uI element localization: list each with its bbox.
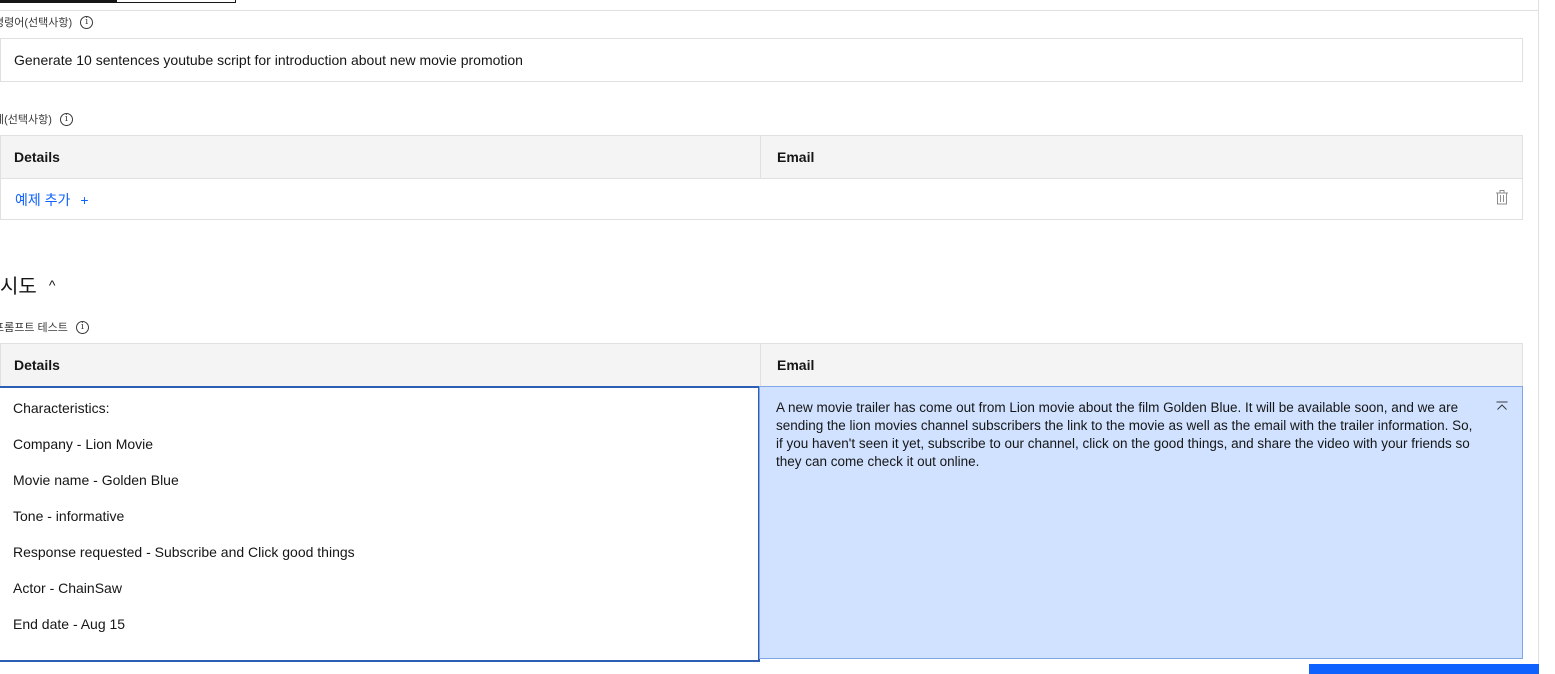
- input-line: End date - Aug 15: [13, 616, 126, 632]
- tab-inactive[interactable]: [116, 0, 236, 3]
- plus-icon: +: [80, 192, 89, 208]
- examples-label-row: 예(선택사항) i: [0, 111, 73, 127]
- input-line: Movie name - Golden Blue: [13, 472, 179, 488]
- tab-active[interactable]: [0, 0, 116, 3]
- generated-output-text: A new movie trailer has come out from Li…: [776, 400, 1473, 469]
- info-icon[interactable]: i: [80, 15, 94, 29]
- test-input-lines: Characteristics: Company - Lion Movie Mo…: [13, 400, 355, 652]
- column-header-details: Details: [14, 357, 60, 373]
- column-header-email: Email: [777, 357, 815, 373]
- column-header-email: Email: [777, 149, 815, 165]
- add-example-label: 예제 추가: [15, 192, 71, 208]
- generated-output[interactable]: A new movie trailer has come out from Li…: [759, 386, 1523, 659]
- trash-icon[interactable]: [1496, 190, 1508, 205]
- top-tabs: [0, 0, 236, 3]
- input-line: Company - Lion Movie: [13, 436, 154, 452]
- input-line: Response requested - Subscribe and Click…: [13, 544, 355, 560]
- input-line: Tone - informative: [13, 508, 125, 524]
- divider: [0, 10, 1539, 11]
- instruction-input[interactable]: Generate 10 sentences youtube script for…: [0, 38, 1523, 82]
- input-line: Actor - ChainSaw: [13, 580, 122, 596]
- examples-table-row: 예제 추가 +: [0, 178, 1523, 220]
- instruction-label: 명령어(선택사항): [0, 17, 73, 29]
- info-icon[interactable]: i: [75, 320, 89, 334]
- add-example-button[interactable]: 예제 추가 +: [15, 190, 89, 210]
- test-input-textarea[interactable]: Characteristics: Company - Lion Movie Mo…: [0, 386, 760, 662]
- examples-label: 예(선택사항): [0, 114, 52, 126]
- collapse-icon[interactable]: [1496, 401, 1508, 413]
- test-table-header: Details Email: [0, 343, 1523, 387]
- primary-action-button[interactable]: [1309, 664, 1539, 674]
- panel-border: [1538, 0, 1539, 664]
- info-icon[interactable]: i: [59, 112, 73, 126]
- examples-table-header: Details Email: [0, 135, 1523, 179]
- instruction-label-row: 명령어(선택사항) i: [0, 14, 94, 30]
- attempt-section-toggle[interactable]: 시도 ^: [0, 270, 55, 299]
- column-header-details: Details: [14, 149, 60, 165]
- test-label-row: 프롬프트 테스트 i: [0, 319, 89, 335]
- chevron-up-icon: ^: [48, 276, 56, 293]
- input-line: Characteristics:: [13, 400, 110, 416]
- test-label: 프롬프트 테스트: [0, 322, 68, 334]
- column-divider: [760, 344, 761, 386]
- column-divider: [760, 136, 761, 178]
- attempt-title: 시도: [0, 276, 37, 298]
- instruction-value: Generate 10 sentences youtube script for…: [14, 52, 523, 68]
